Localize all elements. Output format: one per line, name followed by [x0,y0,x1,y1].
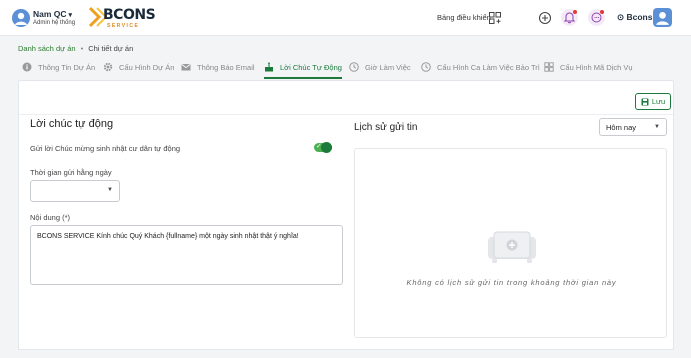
user-avatar[interactable] [12,9,30,27]
dashboard-link[interactable]: Bảng điều khiển [437,13,491,22]
breadcrumb-current: Chi tiết dự án [88,44,134,53]
message-dot [600,10,604,14]
tab-maintenance-shifts[interactable]: Cấu Hình Ca Làm Việc Bảo Trì [421,56,540,78]
tab-working-hours[interactable]: Giờ Làm Việc [349,56,411,78]
tab-label: Cấu Hình Dự Án [119,62,175,72]
tab-label: Cấu Hình Mã Dịch Vụ [560,62,633,72]
content-textarea[interactable]: BCONS SERVICE Kính chúc Quý Khách {fulln… [30,225,343,285]
notification-dot [573,10,577,14]
history-empty-message: Không có lịch sử gửi tin trong khoảng th… [406,278,617,287]
divider [19,114,673,115]
logo-text: BCONS [103,7,156,23]
brand-logo[interactable]: BCONS SERVICE [89,5,156,31]
tab-label: Thông Tin Dự Án [38,62,96,72]
tab-project-config[interactable]: Cấu Hình Dự Án [103,56,174,78]
content-label: Nội dung (*) [30,213,71,222]
chevron-down-icon: ▼ [654,124,660,130]
project-tabs: Thông Tin Dự Án Cấu Hình Dự Án Thông Báo… [18,56,673,79]
clock-icon [421,62,431,72]
history-title: Lịch sử gửi tin [354,122,418,133]
tab-label: Cấu Hình Ca Làm Việc Bảo Trì [437,62,540,72]
top-bar: Nam QC ▾ Admin hệ thống BCONS SERVICE Bản… [0,0,691,36]
info-icon [22,62,32,72]
tab-label: Thông Báo Email [197,62,255,72]
logo-subtext: SERVICE [107,23,140,29]
auto-greeting-card: Lưu Lời chúc tự động Gửi lời Chúc mừng s… [18,80,674,350]
org-name: Bcons [626,12,653,22]
tab-label: Giờ Làm Việc [365,62,411,72]
dashboard-grid-icon[interactable] [488,11,502,25]
send-time-select[interactable]: ▼ [30,180,120,202]
chevron-down-icon: ▼ [107,187,113,193]
breadcrumb: Danh sách dự án • Chi tiết dự án [18,44,133,53]
tab-label: Lời Chúc Tự Động [280,62,342,72]
toggle-knob [321,142,332,153]
empty-inbox-icon [488,231,536,263]
tab-project-info[interactable]: Thông Tin Dự Án [22,56,95,78]
send-time-label: Thời gian gửi hằng ngày [30,168,112,177]
history-panel: Không có lịch sử gửi tin trong khoảng th… [354,148,667,338]
messages-button[interactable] [588,9,605,26]
form-title: Lời chúc tự động [30,118,114,130]
clock-icon [349,62,359,72]
org-switcher[interactable]: ⊙ Bcons [617,12,652,23]
mail-icon [181,64,191,71]
tab-email-notifications[interactable]: Thông Báo Email [181,56,255,78]
grid-icon [544,62,554,72]
gear-icon [103,62,113,72]
notification-button[interactable] [561,9,578,26]
breadcrumb-separator: • [80,44,84,53]
cake-icon [265,62,273,72]
history-range-select[interactable]: Hôm nay ▼ [599,118,667,136]
chevron-down-icon: ▾ [68,12,73,19]
birthday-toggle-label: Gửi lời Chúc mừng sinh nhật cư dân tự độ… [30,144,181,153]
user-name: Nam QC [33,9,67,19]
add-circle-icon[interactable] [538,11,552,25]
birthday-toggle[interactable]: ✓ [314,142,332,153]
save-icon [641,98,649,105]
org-icon: ⊙ [617,12,625,22]
user-role: Admin hệ thống [33,20,76,26]
history-range-value: Hôm nay [606,123,637,132]
tab-service-codes[interactable]: Cấu Hình Mã Dịch Vụ [544,56,633,78]
breadcrumb-project-list[interactable]: Danh sách dự án [18,44,76,53]
tab-auto-greetings[interactable]: Lời Chúc Tự Động [264,56,342,79]
user-menu-toggle[interactable]: Nam QC ▾ [33,9,72,19]
save-button[interactable]: Lưu [635,93,671,110]
save-label: Lưu [651,97,666,106]
org-avatar[interactable] [653,8,672,27]
